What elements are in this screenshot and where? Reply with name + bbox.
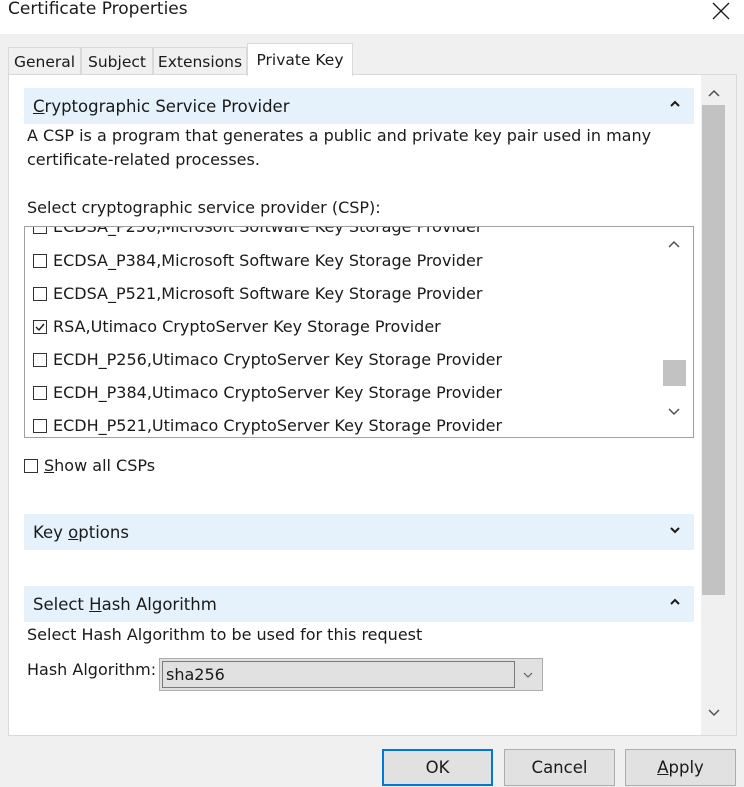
csp-list-scrollbar[interactable] xyxy=(663,227,693,437)
hash-algorithm-value[interactable]: sha256 xyxy=(162,661,515,688)
tab-subject[interactable]: Subject xyxy=(81,47,153,75)
scrollbar-thumb[interactable] xyxy=(702,105,725,595)
tab-label: Subject xyxy=(88,52,146,71)
list-item[interactable]: ECDH_P521,Utimaco CryptoServer Key Stora… xyxy=(33,409,502,437)
csp-listbox[interactable]: ECDSA_P256,Microsoft Software Key Storag… xyxy=(24,226,694,438)
checkbox[interactable] xyxy=(33,418,47,433)
close-button[interactable] xyxy=(704,0,738,24)
apply-label: Apply xyxy=(657,758,704,777)
key-options-header[interactable]: Key options xyxy=(24,514,694,550)
chevron-down-icon xyxy=(670,527,680,534)
hash-algorithm-header[interactable]: Select Hash Algorithm xyxy=(24,586,694,622)
tab-label: Private Key xyxy=(256,51,344,69)
hash-description: Select Hash Algorithm to be used for thi… xyxy=(27,625,423,644)
list-item[interactable]: ECDSA_P384,Microsoft Software Key Storag… xyxy=(33,244,482,277)
list-item[interactable]: RSA,Utimaco CryptoServer Key Storage Pro… xyxy=(33,310,441,343)
scroll-up-icon[interactable] xyxy=(668,240,680,248)
scrollbar-thumb[interactable] xyxy=(663,360,686,386)
csp-header-label: Cryptographic Service Provider xyxy=(33,96,290,116)
close-icon xyxy=(712,2,730,20)
scroll-down-icon[interactable] xyxy=(668,408,680,416)
chevron-up-icon xyxy=(670,598,680,605)
list-item[interactable]: ECDSA_P521,Microsoft Software Key Storag… xyxy=(33,277,482,310)
apply-button[interactable]: Apply xyxy=(625,749,736,786)
panel-scrollbar[interactable] xyxy=(701,75,736,735)
show-all-label: Show all CSPs xyxy=(44,456,156,475)
cancel-button[interactable]: Cancel xyxy=(504,749,615,786)
ok-button[interactable]: OK xyxy=(382,749,493,786)
checkbox-checked[interactable] xyxy=(33,319,47,334)
title-bar: Certificate Properties xyxy=(0,0,744,34)
list-item[interactable]: ECDSA_P256,Microsoft Software Key Storag… xyxy=(33,227,482,243)
private-key-panel: Cryptographic Service Provider A CSP is … xyxy=(8,74,737,736)
csp-description: A CSP is a program that generates a publ… xyxy=(27,126,652,169)
csp-select-label: Select cryptographic service provider (C… xyxy=(27,198,381,217)
scroll-down-icon[interactable] xyxy=(708,709,720,717)
tab-general[interactable]: General xyxy=(8,47,81,75)
checkmark-icon xyxy=(35,323,45,331)
show-all-csps-checkbox[interactable]: Show all CSPs xyxy=(24,456,155,475)
list-item[interactable]: ECDH_P384,Utimaco CryptoServer Key Stora… xyxy=(33,376,502,409)
list-item[interactable]: ECDH_P256,Utimaco CryptoServer Key Stora… xyxy=(33,343,502,376)
tab-extensions[interactable]: Extensions xyxy=(153,47,247,75)
checkbox[interactable] xyxy=(33,253,47,268)
checkbox[interactable] xyxy=(24,458,38,473)
checkbox[interactable] xyxy=(33,385,47,400)
scroll-up-icon[interactable] xyxy=(708,89,720,97)
checkbox[interactable] xyxy=(33,286,47,301)
dropdown-button[interactable] xyxy=(513,659,542,690)
tab-private-key[interactable]: Private Key xyxy=(247,43,353,76)
chevron-down-icon xyxy=(523,672,532,678)
chevron-up-icon xyxy=(670,100,680,107)
hash-header-label: Select Hash Algorithm xyxy=(33,594,217,614)
tab-label: Extensions xyxy=(157,52,243,71)
window-title: Certificate Properties xyxy=(8,0,188,19)
tab-label: General xyxy=(13,52,76,71)
hash-algorithm-select[interactable]: sha256 xyxy=(159,658,543,691)
key-options-label: Key options xyxy=(33,522,129,542)
csp-section-header[interactable]: Cryptographic Service Provider xyxy=(24,88,694,124)
checkbox[interactable] xyxy=(33,352,47,367)
hash-algorithm-label: Hash Algorithm: xyxy=(27,660,157,679)
checkbox[interactable] xyxy=(33,227,47,234)
